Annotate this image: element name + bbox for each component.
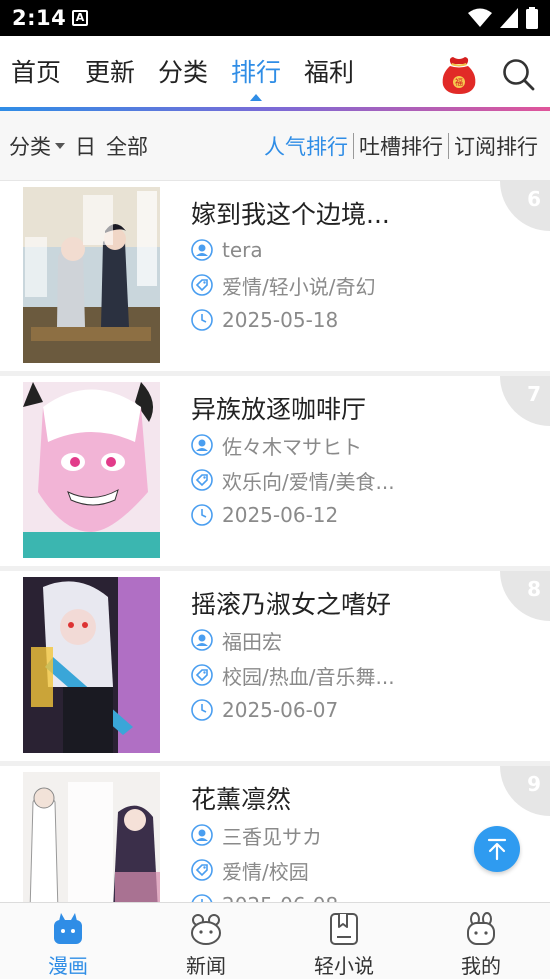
update-date: 2025-06-08 [222,893,338,902]
svg-text:福: 福 [455,78,463,87]
comic-tags: 欢乐向/爱情/美食... [222,469,395,494]
clock-icon [191,699,213,721]
signal-icon [500,8,518,28]
bottom-tab-label: 轻小说 [314,954,374,978]
scope-filter[interactable]: 全部 [106,131,148,161]
status-bar: 2:14 A [0,0,550,36]
light-novel-icon [330,913,358,945]
author-name: 福田宏 [222,629,282,654]
author-name: 三香见サカ [222,824,322,849]
author-icon [191,824,213,846]
rank-badge [500,571,550,621]
tag-icon [191,469,213,491]
tag-icon [191,859,213,881]
rank-tabs: 人气排行 吐槽排行 订阅排行 [260,131,542,161]
bottom-tab-comics[interactable]: 漫画 [28,911,108,979]
rank-tab-popularity[interactable]: 人气排行 [260,131,352,161]
cover-image[interactable] [23,577,160,753]
clock-icon [191,504,213,526]
back-to-top-button[interactable] [474,826,520,872]
list-item[interactable]: 异族放逐咖啡厅 佐々木マサヒト 欢乐向/爱情/美食... 2025-06-12 … [0,376,550,566]
comic-icon [54,913,82,944]
author-name: 佐々木マサヒト [222,434,362,459]
bottom-tab-news[interactable]: 新闻 [166,911,246,979]
rank-number: 9 [527,772,541,796]
rank-badge [500,181,550,231]
rank-tab-comments[interactable]: 吐槽排行 [355,131,447,161]
tab-ranking[interactable]: 排行 [231,56,281,90]
bottom-tab-light-novel[interactable]: 轻小说 [304,911,384,979]
update-date: 2025-05-18 [222,308,339,332]
rank-badge [500,766,550,816]
cover-image[interactable] [23,382,160,558]
comic-title[interactable]: 嫁到我这个边境... [191,195,390,231]
profile-icon [467,912,495,945]
author-name: tera [222,238,263,262]
wifi-icon [468,8,492,27]
red-packet-icon[interactable]: 福 [438,54,480,96]
filter-bar: 分类 日 全部 人气排行 吐槽排行 订阅排行 [0,111,550,181]
comic-tags: 校园/热血/音乐舞... [222,664,395,689]
clock-icon [191,309,213,331]
cover-image[interactable] [23,187,160,363]
rank-badge [500,376,550,426]
rank-number: 6 [527,187,541,211]
category-filter[interactable]: 分类 [9,131,51,161]
arrow-up-icon [487,838,507,861]
comic-tags: 爱情/轻小说/奇幻 [222,274,376,299]
tag-icon [191,274,213,296]
update-date: 2025-06-07 [222,698,339,722]
tab-home[interactable]: 首页 [11,56,61,90]
bottom-tab-label: 漫画 [48,954,88,978]
list-item[interactable]: 花薰凛然 三香见サカ 爱情/校园 2025-06-08 9 [0,766,550,902]
battery-icon [526,7,538,29]
top-nav: 首页 更新 分类 排行 福利 福 [0,36,550,110]
status-time: 2:14 [12,6,67,30]
rank-tab-subscriptions[interactable]: 订阅排行 [450,131,542,161]
clock-icon [191,894,213,902]
tag-icon [191,664,213,686]
news-icon [191,914,221,945]
tab-welfare[interactable]: 福利 [304,56,354,90]
bottom-tab-label: 我的 [461,954,501,978]
divider [448,133,449,159]
comic-title[interactable]: 花薰凛然 [191,780,291,816]
comic-title[interactable]: 摇滚乃淑女之嗜好 [191,585,391,621]
update-date: 2025-06-12 [222,503,339,527]
list-item[interactable]: 摇滚乃淑女之嗜好 福田宏 校园/热血/音乐舞... 2025-06-07 8 [0,571,550,761]
tab-updates[interactable]: 更新 [85,56,135,90]
bottom-nav: 漫画 新闻 轻小说 我的 [0,902,550,979]
chevron-down-icon[interactable] [55,143,65,149]
list-item[interactable]: 嫁到我这个边境... tera 爱情/轻小说/奇幻 2025-05-18 6 [0,181,550,371]
author-icon [191,434,213,456]
divider [353,133,354,159]
bottom-tab-profile[interactable]: 我的 [441,911,521,979]
ranking-list[interactable]: 嫁到我这个边境... tera 爱情/轻小说/奇幻 2025-05-18 6 异… [0,181,550,902]
author-icon [191,629,213,651]
rank-number: 7 [527,382,541,406]
notification-icon: A [72,10,88,26]
rank-number: 8 [527,577,541,601]
author-icon [191,239,213,261]
comic-tags: 爱情/校园 [222,859,309,884]
comic-title[interactable]: 异族放逐咖啡厅 [191,390,366,426]
search-icon[interactable] [500,56,536,92]
tab-categories[interactable]: 分类 [158,56,208,90]
bottom-tab-label: 新闻 [186,954,226,978]
period-filter[interactable]: 日 [75,131,96,161]
cover-image[interactable] [23,772,160,902]
active-tab-indicator [250,94,262,101]
